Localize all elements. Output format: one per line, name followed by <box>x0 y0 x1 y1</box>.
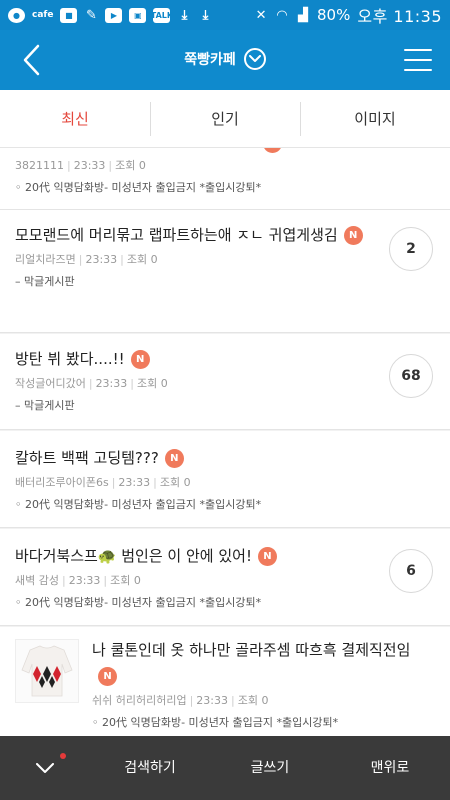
post-board: ◦ 20代 익명담화방- 미성년자 출입금지 *출입시강퇴* <box>15 181 262 194</box>
post-title: 바다거북스프🐢 범인은 이 안에 있어! N <box>15 543 370 569</box>
menu-button[interactable] <box>404 46 432 74</box>
comment-count[interactable]: 68 <box>389 354 433 398</box>
post-board: ◦ 20代 익명담화방- 미성년자 출입금지 *출입시강퇴* <box>15 498 262 511</box>
post-views: 조회 0 <box>126 253 158 266</box>
post-views: 조회 0 <box>110 574 141 587</box>
post-meta: 새벽 감성 | 23:33 | 조회 0 <box>15 574 141 587</box>
comment-count[interactable]: 6 <box>389 549 433 593</box>
chat-bubble-icon: ● <box>8 7 25 23</box>
wifi-icon: ◠ <box>277 7 288 23</box>
write-button[interactable]: 글쓰기 <box>210 736 330 800</box>
status-bar: ● cafe ■ ✎ ▶ ▣ TALK ⤓ ⤓ ✕ ◠ ▟ 80% 오후 11:… <box>0 0 450 30</box>
new-badge: N <box>257 547 277 566</box>
post-author: 쉬쉬 허리허리허리업 <box>92 694 187 707</box>
post-title: 칼하트 백팩 고딩템??? N <box>15 445 370 471</box>
toolbar-toggle-button[interactable] <box>0 736 90 800</box>
download-icon: ⤓ <box>181 7 188 23</box>
page-title[interactable]: 쭉빵카페 <box>184 49 236 69</box>
hamburger-menu-icon <box>404 49 432 51</box>
post-author: 새벽 감성 <box>15 574 59 587</box>
post-title: 나 쿨톤인데 옷 하나만 골라주셈 따흐흑 결제직전임N <box>92 637 430 689</box>
notification-icons: ● cafe ■ ✎ ▶ ▣ TALK ⤓ ⤓ <box>8 7 212 23</box>
post-author: 작성글어디갔어 <box>15 377 86 390</box>
post-views: 조회 0 <box>159 476 191 489</box>
post-meta: 쉬쉬 허리허리허리업 | 23:33 | 조회 0 <box>92 694 269 707</box>
post-time: 23:33 <box>196 694 228 707</box>
post-title: 모모랜드에 머리묶고 랩파트하는애 ㅈㄴ 귀엽게생김 N <box>15 222 370 248</box>
post-author: 배터리조루아이폰6s <box>15 476 109 489</box>
title-group: 쭉빵카페 <box>0 48 450 70</box>
bottom-toolbar: 검색하기 글쓰기 맨위로 <box>0 736 450 800</box>
notification-dot <box>60 753 66 759</box>
post-time: 23:33 <box>68 574 101 587</box>
post-thumbnail[interactable] <box>15 639 79 703</box>
tab-latest[interactable]: 최신 <box>0 102 150 136</box>
new-badge: N <box>263 148 282 153</box>
tab-images[interactable]: 이미지 <box>300 101 450 136</box>
talk-icon: TALK <box>151 7 173 23</box>
post-list: N 3821111|23:33|조회 0 ◦ 20代 익명담화방- 미성년자 출… <box>0 148 450 736</box>
list-item[interactable]: N 3821111|23:33|조회 0 ◦ 20代 익명담화방- 미성년자 출… <box>0 148 450 210</box>
new-badge: N <box>164 449 184 468</box>
youtube-icon: ▶ <box>105 7 123 23</box>
post-meta: 3821111 | 23:33 | 조회 0 <box>15 159 146 172</box>
post-board: – 막글게시판 <box>15 399 75 412</box>
post-title: 방탄 뷔 봤다....!! N <box>15 346 370 372</box>
post-time: 23:33 <box>95 377 128 390</box>
search-button[interactable]: 검색하기 <box>90 736 210 800</box>
comment-count[interactable]: 2 <box>389 227 433 271</box>
chevron-left-icon <box>23 44 40 76</box>
image-icon: ▣ <box>129 7 147 23</box>
signal-icon: ▟ <box>298 7 309 23</box>
post-meta: 리얼치라즈면 | 23:33 | 조회 0 <box>15 253 158 266</box>
post-time: 23:33 <box>118 476 151 489</box>
post-views: 조회 0 <box>115 159 146 172</box>
list-item[interactable]: 모모랜드에 머리묶고 랩파트하는애 ㅈㄴ 귀엽게생김 N 리얼치라즈면 | 23:33… <box>0 210 450 333</box>
new-badge: N <box>343 226 363 245</box>
post-board: ◦ 20代 익명담화방- 미성년자 출입금지 *출입시강퇴* <box>92 716 339 729</box>
cafe-dropdown-button[interactable] <box>243 48 266 70</box>
mute-icon: ✕ <box>255 7 267 23</box>
post-time: 23:33 <box>73 159 106 172</box>
download-icon-2: ⤓ <box>202 7 209 23</box>
post-views: 조회 0 <box>237 694 269 707</box>
list-item[interactable]: 방탄 뷔 봤다....!! N 작성글어디갔어 | 23:33 | 조회 0 – 막글게시… <box>0 334 450 430</box>
tab-popular[interactable]: 인기 <box>150 101 300 136</box>
list-item[interactable]: 바다거북스프🐢 범인은 이 안에 있어! N 새벽 감성 | 23:33 | 조회 0 ◦… <box>0 529 450 626</box>
post-board: ◦ 20代 익명담화방- 미성년자 출입금지 *출입시강퇴* <box>15 596 262 609</box>
new-badge: N <box>98 667 117 686</box>
system-status: ✕ ◠ ▟ 80% 오후 11:35 <box>254 3 442 27</box>
list-item[interactable]: 나 쿨톤인데 옷 하나만 골라주셈 따흐흑 결제직전임N 쉬쉬 허리허리허리업 |… <box>0 627 450 736</box>
tab-bar: 최신 인기 이미지 <box>0 90 450 148</box>
back-button[interactable] <box>14 42 50 78</box>
post-meta: 배터리조루아이폰6s | 23:33 | 조회 0 <box>15 476 191 489</box>
chevron-down-icon <box>248 55 261 62</box>
sweater-image <box>16 640 78 702</box>
battery-level: 80% <box>317 6 351 24</box>
post-author: 3821111 <box>15 159 64 172</box>
post-views: 조회 0 <box>136 377 168 390</box>
chevron-down-icon <box>36 763 54 773</box>
tool-icon: ✎ <box>85 7 97 23</box>
clock: 오후 11:35 <box>357 7 442 26</box>
new-badge: N <box>130 350 150 369</box>
scroll-top-button[interactable]: 맨위로 <box>330 736 450 800</box>
post-meta: 작성글어디갔어 | 23:33 | 조회 0 <box>15 377 168 390</box>
app-bar: 쭉빵카페 <box>0 30 450 90</box>
list-item[interactable]: 칼하트 백팩 고딩템??? N 배터리조루아이폰6s | 23:33 | 조회 0 ◦ 2… <box>0 431 450 528</box>
post-board: – 막글게시판 <box>15 275 75 288</box>
post-time: 23:33 <box>85 253 118 266</box>
post-author: 리얼치라즈면 <box>15 253 76 266</box>
notification-icon: ■ <box>60 7 78 23</box>
cafe-label: cafe <box>32 10 54 20</box>
